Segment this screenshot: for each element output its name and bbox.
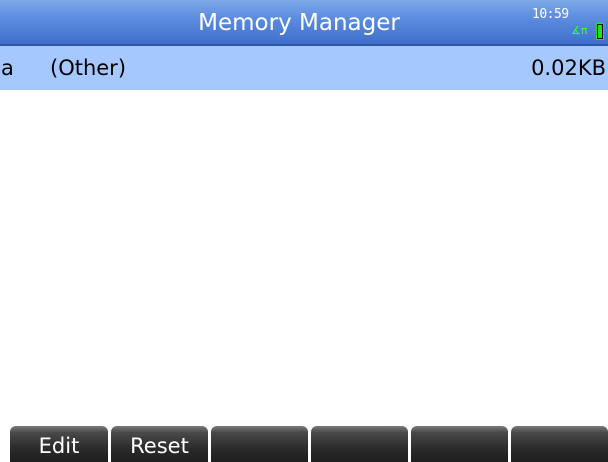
softkey-menu-bar: Edit Reset [0,424,608,462]
list-item[interactable]: a (Other) 0.02KB [0,46,608,90]
reset-button[interactable]: Reset [111,426,208,462]
page-title: Memory Manager [198,10,400,36]
softkey-6[interactable] [511,426,608,462]
title-bar: Memory Manager 10:59 ∡π [0,0,608,46]
edit-button[interactable]: Edit [10,426,108,462]
clock: 10:59 [532,7,569,22]
memory-list: a (Other) 0.02KB [0,46,608,90]
angle-mode-indicator: ∡π [571,24,588,37]
softkey-3[interactable] [211,426,308,462]
softkey-4[interactable] [311,426,408,462]
row-letter: a [1,56,14,80]
softkey-5[interactable] [411,426,508,462]
row-size: 0.02KB [531,56,606,80]
battery-icon [596,22,604,40]
calculator-screen: Memory Manager 10:59 ∡π a (Other) 0.02KB… [0,0,608,462]
row-name: (Other) [50,56,127,80]
